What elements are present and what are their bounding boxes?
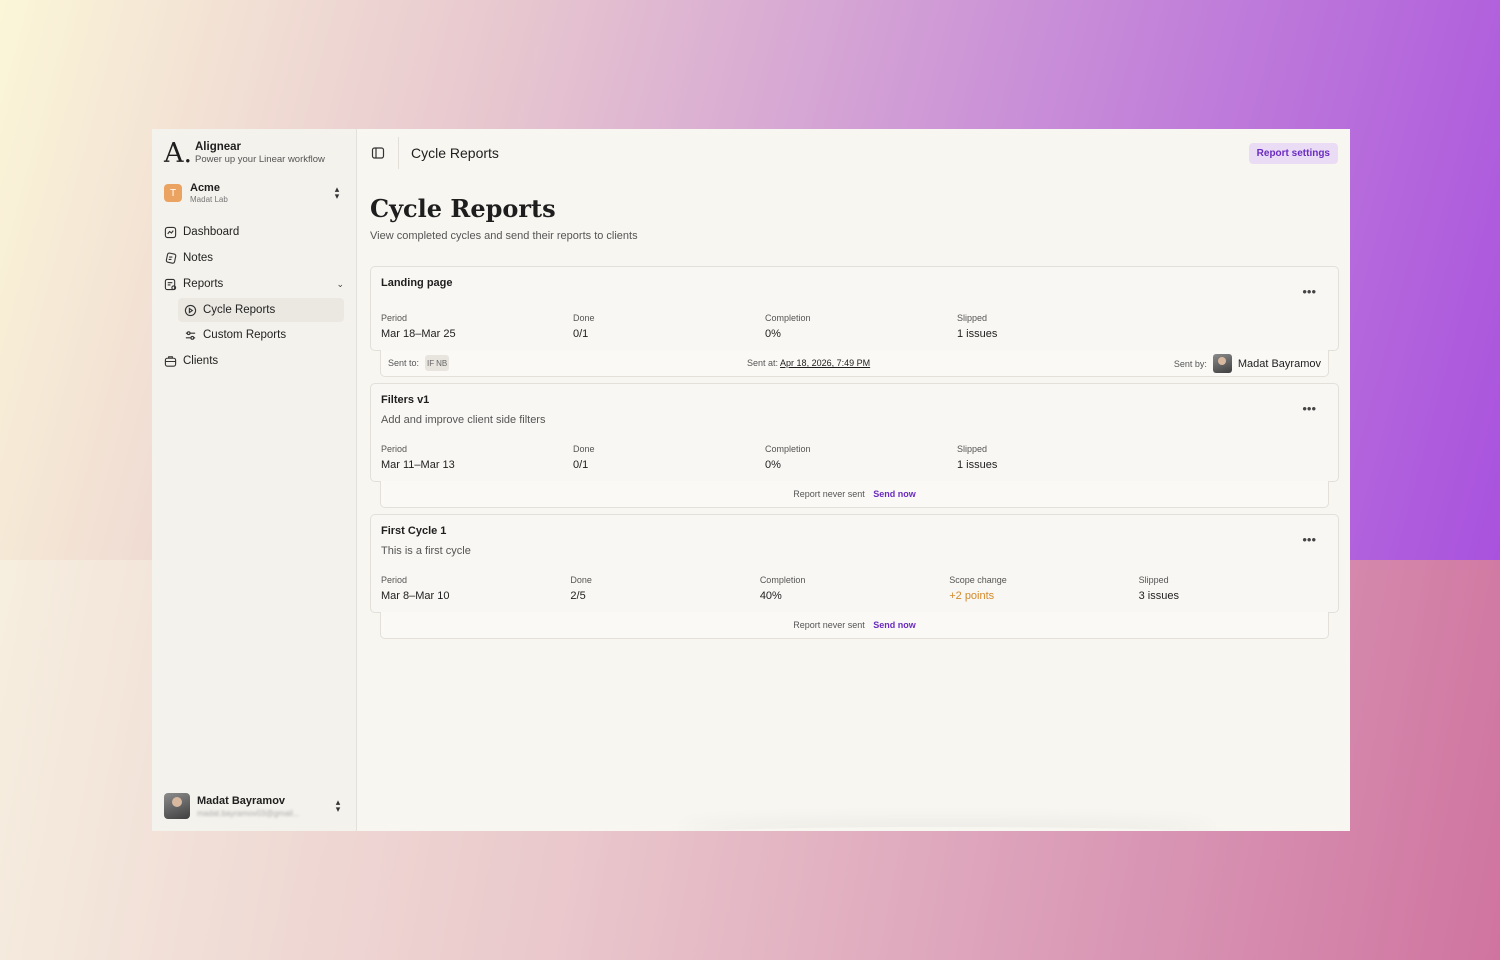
stat-done: Done 0/1 bbox=[573, 444, 595, 471]
recipient-badge: NB bbox=[436, 358, 448, 368]
stat-slipped: Slipped 1 issues bbox=[957, 313, 998, 340]
send-now-link[interactable]: Send now bbox=[873, 620, 916, 630]
sidebar-item-label: Reports bbox=[183, 278, 224, 290]
sent-by: Sent by: Madat Bayramov bbox=[1174, 354, 1321, 373]
sidebar-item-notes[interactable]: Notes bbox=[164, 245, 344, 271]
divider bbox=[398, 137, 399, 169]
sidebar-toggle-icon[interactable] bbox=[371, 146, 385, 160]
sidebar-item-custom-reports[interactable]: Custom Reports bbox=[178, 323, 344, 347]
notes-icon bbox=[165, 252, 177, 264]
more-options-icon[interactable]: ••• bbox=[1302, 402, 1316, 415]
more-options-icon[interactable]: ••• bbox=[1302, 533, 1316, 546]
brand-logo: A. bbox=[164, 137, 193, 169]
user-name: Madat Bayramov bbox=[197, 794, 286, 807]
topbar: Cycle Reports Report settings bbox=[357, 129, 1350, 177]
dashboard-icon bbox=[164, 226, 177, 238]
cycle-title: Landing page bbox=[381, 277, 453, 289]
sent-by-name: Madat Bayramov bbox=[1237, 357, 1321, 370]
report-settings-button[interactable]: Report settings bbox=[1248, 143, 1338, 164]
reports-subnav: Cycle Reports Custom Reports bbox=[178, 298, 344, 347]
cycle-title: First Cycle 1 bbox=[381, 525, 447, 537]
stat-done: Done 2/5 bbox=[570, 575, 592, 602]
sidebar-item-label: Notes bbox=[183, 252, 214, 264]
chevron-up-down-icon: ▴ ▾ bbox=[334, 184, 340, 201]
cycle-card[interactable]: Landing page ••• Period Mar 18–Mar 25 Do… bbox=[370, 266, 1339, 351]
sidebar-item-reports[interactable]: Reports ⌄ bbox=[164, 271, 344, 297]
app-tagline: Power up your Linear workflow bbox=[195, 154, 325, 165]
report-footer: Report never sent Send now bbox=[380, 481, 1329, 508]
sent-at-date[interactable]: Apr 18, 2026, 7:49 PM bbox=[780, 358, 870, 368]
breadcrumb: Cycle Reports bbox=[411, 145, 499, 161]
workspace-avatar: T bbox=[164, 184, 182, 202]
sidebar: A. Alignear Power up your Linear workflo… bbox=[152, 129, 357, 831]
sidebar-item-label: Clients bbox=[183, 355, 219, 367]
cycle-list: Landing page ••• Period Mar 18–Mar 25 Do… bbox=[370, 266, 1339, 645]
report-status: Report never sent bbox=[793, 620, 865, 630]
report-footer: Report never sent Send now bbox=[380, 612, 1329, 639]
page-subtitle: View completed cycles and send their rep… bbox=[370, 230, 638, 242]
avatar bbox=[164, 793, 190, 819]
stat-scope-change: Scope change +2 points bbox=[949, 575, 1007, 602]
workspace-switcher[interactable]: T Acme Madat Lab ▴ ▾ bbox=[164, 181, 344, 205]
stat-slipped: Slipped 1 issues bbox=[957, 444, 998, 471]
chevron-down-icon[interactable]: ⌄ bbox=[336, 279, 344, 290]
stat-period: Period Mar 11–Mar 13 bbox=[381, 444, 455, 471]
stat-completion: Completion 0% bbox=[765, 313, 811, 340]
app-window: A. Alignear Power up your Linear workflo… bbox=[152, 129, 1350, 831]
cycle-card[interactable]: First Cycle 1 This is a first cycle ••• … bbox=[370, 514, 1339, 613]
user-email: madat.bayramov03@gmail... bbox=[197, 808, 300, 818]
sent-to-label: Sent to: bbox=[388, 358, 420, 368]
sidebar-nav: Dashboard Notes Reports ⌄ Cycle Reports … bbox=[164, 219, 344, 374]
sidebar-item-label: Dashboard bbox=[183, 226, 240, 238]
send-now-link[interactable]: Send now bbox=[873, 489, 916, 499]
reports-icon bbox=[164, 278, 177, 290]
stat-completion: Completion 0% bbox=[765, 444, 811, 471]
cycle-card[interactable]: Filters v1 Add and improve client side f… bbox=[370, 383, 1339, 482]
workspace-subtitle: Madat Lab bbox=[190, 195, 228, 204]
recipient-badges: IF NB bbox=[425, 355, 450, 371]
bottom-shadow bbox=[677, 827, 1217, 831]
brand: A. Alignear Power up your Linear workflo… bbox=[164, 137, 344, 169]
chevron-up-down-icon: ▴ ▾ bbox=[335, 797, 341, 814]
sidebar-item-label: Custom Reports bbox=[203, 329, 287, 341]
stat-slipped: Slipped 3 issues bbox=[1138, 575, 1179, 602]
report-footer: Sent to: IF NB Sent at: Apr 18, 2026, 7:… bbox=[380, 350, 1329, 377]
stat-done: Done 0/1 bbox=[573, 313, 595, 340]
sidebar-item-cycle-reports[interactable]: Cycle Reports bbox=[178, 298, 344, 322]
stat-period: Period Mar 18–Mar 25 bbox=[381, 313, 456, 340]
sliders-icon bbox=[185, 330, 196, 340]
sidebar-item-clients[interactable]: Clients bbox=[164, 348, 344, 374]
sidebar-item-label: Cycle Reports bbox=[203, 304, 276, 316]
app-name: Alignear bbox=[195, 141, 242, 153]
page-title: Cycle Reports bbox=[370, 194, 556, 223]
cycle-stats: Period Mar 18–Mar 25 Done 0/1 Completion… bbox=[381, 313, 1328, 350]
user-menu[interactable]: Madat Bayramov madat.bayramov03@gmail...… bbox=[164, 793, 345, 819]
main-content: Cycle Reports Report settings Cycle Repo… bbox=[357, 129, 1350, 831]
cycle-description: This is a first cycle bbox=[381, 545, 471, 557]
clients-icon bbox=[164, 355, 177, 367]
more-options-icon[interactable]: ••• bbox=[1302, 285, 1316, 298]
workspace-name: Acme bbox=[190, 182, 220, 194]
sent-at: Sent at: Apr 18, 2026, 7:49 PM bbox=[747, 358, 871, 368]
cycle-stats: Period Mar 11–Mar 13 Done 0/1 Completion… bbox=[381, 444, 1328, 481]
cycle-description: Add and improve client side filters bbox=[381, 414, 546, 426]
stat-period: Period Mar 8–Mar 10 bbox=[381, 575, 450, 602]
play-circle-icon bbox=[184, 304, 197, 316]
report-status: Report never sent bbox=[793, 489, 865, 499]
cycle-stats: Period Mar 8–Mar 10 Done 2/5 Completion … bbox=[381, 575, 1328, 612]
avatar bbox=[1212, 354, 1232, 373]
cycle-title: Filters v1 bbox=[381, 394, 430, 406]
sidebar-item-dashboard[interactable]: Dashboard bbox=[164, 219, 344, 245]
recipient-badge: IF bbox=[427, 358, 435, 368]
stat-completion: Completion 40% bbox=[759, 575, 806, 602]
